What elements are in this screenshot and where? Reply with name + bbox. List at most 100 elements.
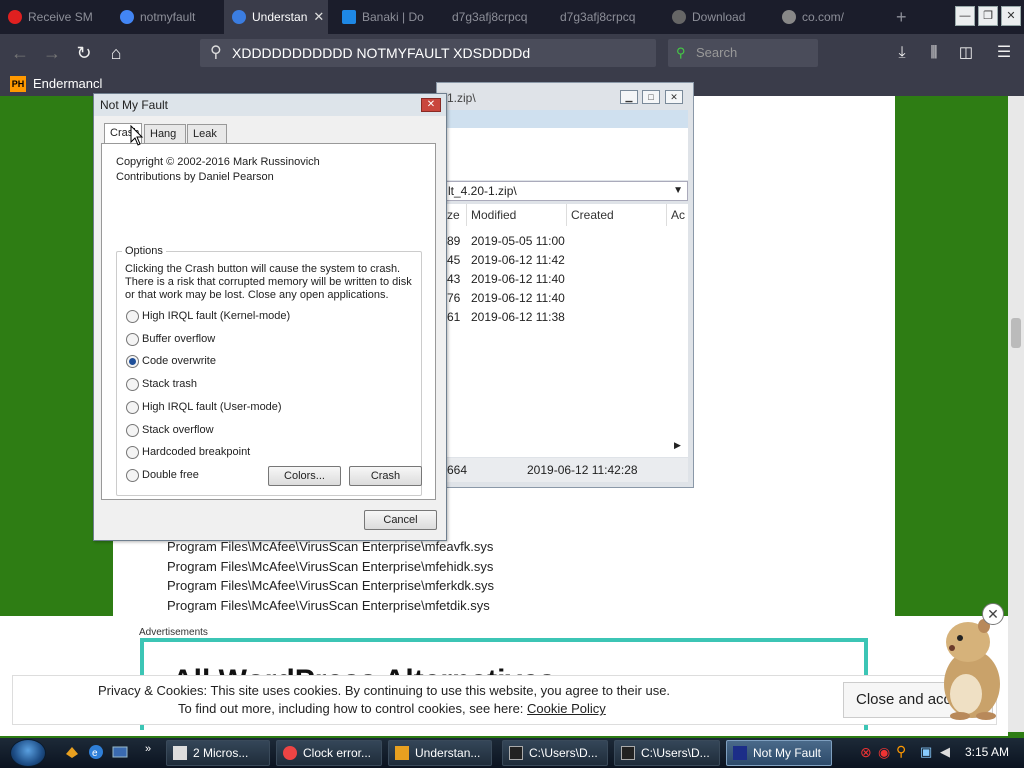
bookmark-item[interactable]: Endermancl [33, 76, 102, 91]
winamp-icon[interactable] [64, 744, 80, 760]
option-label[interactable]: Double free [142, 469, 199, 481]
column-header-accessed[interactable]: Ac [667, 204, 688, 226]
minimize-button[interactable]: — [955, 6, 975, 26]
option-label[interactable]: Buffer overflow [142, 333, 215, 345]
search-input[interactable]: ⚲ Search [668, 39, 818, 67]
crash-description: There is a risk that corrupted memory wi… [125, 276, 412, 288]
forward-arrow-icon[interactable]: → [40, 42, 64, 64]
crash-description: Clicking the Crash button will cause the… [125, 263, 401, 275]
crash-tab-panel: Copyright © 2002-2016 Mark Russinovich C… [101, 143, 436, 500]
dialog-title-bar[interactable]: Not My Fault [94, 94, 446, 116]
radio-code-overwrite[interactable] [126, 355, 139, 368]
volume-icon[interactable]: ◀ [940, 744, 950, 760]
file-size-cell: 45 [447, 253, 461, 267]
antivirus-tray-icon[interactable]: ◉ [878, 744, 890, 761]
page-scrollbar[interactable] [1008, 96, 1024, 732]
archive-path-text: lt_4.20-1.zip\ [448, 184, 517, 198]
option-label[interactable]: Code overwrite [142, 355, 216, 367]
tab-leak[interactable]: Leak [187, 124, 227, 143]
warning-icon [782, 10, 796, 24]
security-tray-icon[interactable]: ⊗ [860, 744, 872, 761]
start-button[interactable] [10, 739, 46, 767]
tab-label: Download [692, 10, 746, 24]
tab-label: Receive SM [28, 10, 93, 24]
search-tray-icon[interactable]: ⚲ [896, 743, 906, 760]
browser-tab[interactable]: Receive SM [0, 0, 112, 34]
tab-label: Understan [252, 10, 308, 24]
tab-label: Banaki | Do [362, 10, 424, 24]
column-header-modified[interactable]: Modified [467, 204, 567, 226]
archive-maximize-button[interactable]: □ [642, 90, 660, 104]
close-window-button[interactable]: ✕ [1001, 6, 1021, 26]
taskbar-button-active[interactable]: Not My Fault [726, 740, 832, 766]
radio-buffer-overflow[interactable] [126, 333, 139, 346]
scroll-right-icon[interactable]: ▶ [674, 440, 681, 451]
download-site-icon [672, 10, 686, 24]
close-icon[interactable]: ✕ [421, 98, 441, 112]
taskbar-button[interactable]: Clock error... [276, 740, 382, 766]
browser-tab[interactable]: d7g3afj8crpcq [444, 0, 552, 34]
quicklaunch-more-icon[interactable]: » [145, 743, 151, 755]
show-desktop-icon[interactable] [112, 744, 128, 760]
radio-stack-overflow[interactable] [126, 424, 139, 437]
archive-close-button[interactable]: ✕ [665, 90, 683, 104]
radio-stack-trash[interactable] [126, 378, 139, 391]
column-header-created[interactable]: Created [567, 204, 667, 226]
radio-hardcoded-breakpoint[interactable] [126, 446, 139, 459]
taskbar-button[interactable]: Understan... [388, 740, 492, 766]
browser-tab[interactable]: Banaki | Do [334, 0, 444, 34]
browser-tab[interactable]: d7g3afj8crpcq [552, 0, 664, 34]
back-arrow-icon[interactable]: ← [8, 42, 32, 64]
browser-tab[interactable]: co.com/ [774, 0, 884, 34]
option-label[interactable]: Stack overflow [142, 424, 214, 436]
library-icon[interactable]: ⫼ [922, 42, 946, 64]
tab-label: d7g3afj8crpcq [560, 10, 636, 24]
browser-tab[interactable]: notmyfault [112, 0, 224, 34]
notmyfault-icon [733, 746, 747, 760]
tab-close-icon[interactable]: ✕ [313, 9, 324, 25]
new-tab-button[interactable]: + [888, 0, 918, 34]
option-label[interactable]: Hardcoded breakpoint [142, 446, 250, 458]
browser-tab[interactable]: Download [664, 0, 772, 34]
radio-double-free[interactable] [126, 469, 139, 482]
page-text-line: Program Files\McAfee\VirusScan Enterpris… [167, 559, 494, 574]
hamster-mascot-image[interactable] [930, 612, 1010, 722]
archive-minimize-button[interactable]: ▁ [620, 90, 638, 104]
mouse-pointer-icon [130, 125, 144, 146]
restore-button[interactable]: ❐ [978, 6, 998, 26]
home-icon[interactable]: ⌂ [104, 42, 128, 64]
archive-status-bar: 664 2019-06-12 11:42:28 [437, 458, 688, 482]
taskbar-button[interactable]: C:\Users\D... [502, 740, 608, 766]
google-icon [120, 10, 134, 24]
download-icon[interactable]: ⤓ [890, 42, 914, 64]
radio-high-irql-kernel[interactable] [126, 310, 139, 323]
ad-close-icon[interactable]: ✕ [982, 603, 1004, 625]
option-label[interactable]: High IRQL fault (Kernel-mode) [142, 310, 290, 322]
tab-hang[interactable]: Hang [144, 124, 186, 143]
taskbar-button[interactable]: C:\Users\D... [614, 740, 720, 766]
option-label[interactable]: High IRQL fault (User-mode) [142, 401, 282, 413]
archive-path-field[interactable]: lt_4.20-1.zip\ ▼ [437, 181, 688, 201]
cancel-button[interactable]: Cancel [364, 510, 437, 530]
radio-high-irql-user[interactable] [126, 401, 139, 414]
ie-icon[interactable]: e [88, 744, 104, 760]
browser-tab-active[interactable]: Understan ✕ [224, 0, 328, 34]
reload-icon[interactable]: ↻ [72, 42, 96, 64]
cookie-text-2: To find out more, including how to contr… [178, 701, 606, 716]
cookie-policy-link[interactable]: Cookie Policy [527, 701, 606, 716]
file-size-cell: 76 [447, 291, 461, 305]
svg-text:e: e [92, 748, 98, 759]
network-icon[interactable]: ▣ [920, 744, 932, 760]
chevron-down-icon[interactable]: ▼ [673, 182, 683, 200]
address-bar[interactable]: ⚲ XDDDDDDDDDDD NOTMYFAULT XDSDDDDd [200, 39, 656, 67]
ad-label: Advertisements [139, 627, 208, 638]
crash-button[interactable]: Crash [349, 466, 422, 486]
archive-file-list: ze Modified Created Ac 89 2019-05-05 11:… [437, 204, 688, 457]
option-label[interactable]: Stack trash [142, 378, 197, 390]
sidebar-icon[interactable]: ◫ [954, 42, 978, 64]
menu-icon[interactable]: ☰ [992, 42, 1016, 64]
scrollbar-thumb[interactable] [1011, 318, 1021, 348]
clock[interactable]: 3:15 AM [965, 745, 1009, 759]
taskbar-button[interactable]: 2 Micros... [166, 740, 270, 766]
colors-button[interactable]: Colors... [268, 466, 341, 486]
